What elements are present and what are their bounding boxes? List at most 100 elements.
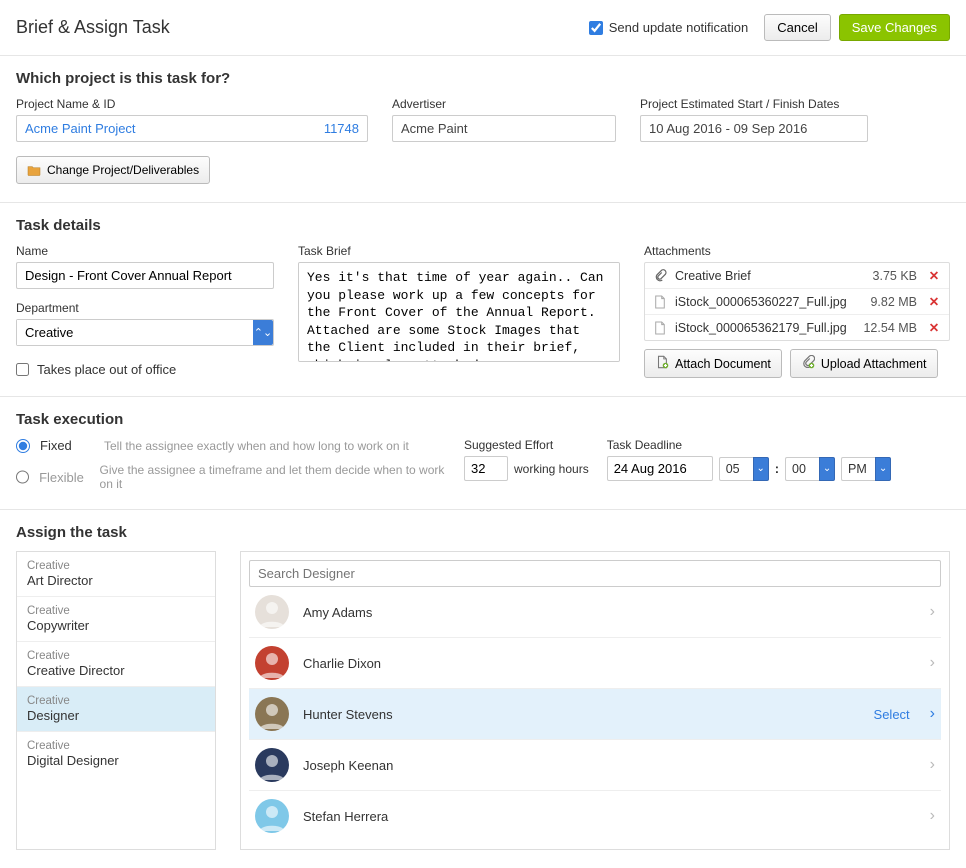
send-notification-label: Send update notification [609, 20, 749, 35]
role-name: Creative Director [27, 663, 205, 678]
effort-label: Suggested Effort [464, 438, 589, 452]
project-link[interactable]: Acme Paint Project 11748 [16, 115, 368, 142]
delete-attachment-icon[interactable]: ✕ [925, 294, 943, 309]
execution-heading: Task execution [16, 411, 950, 428]
deadline-minute-select[interactable]: 00 ⌄ [785, 457, 835, 481]
send-notification-checkbox[interactable] [589, 21, 603, 35]
select-link[interactable]: Select [874, 707, 910, 722]
deadline-date-input[interactable] [607, 456, 713, 481]
role-item[interactable]: CreativeCreative Director [17, 642, 215, 687]
avatar [255, 799, 289, 833]
advertiser-value: Acme Paint [392, 115, 616, 142]
chevron-right-icon: › [930, 756, 935, 774]
role-dept: Creative [27, 605, 205, 617]
person-row[interactable]: Hunter Stevens Select › [249, 689, 941, 740]
person-name: Hunter Stevens [303, 707, 860, 722]
save-changes-button[interactable]: Save Changes [839, 14, 950, 41]
deadline-ampm-select[interactable]: PM ⌄ [841, 457, 891, 481]
person-row[interactable]: Amy Adams › [249, 587, 941, 638]
cancel-button[interactable]: Cancel [764, 14, 830, 41]
avatar [255, 748, 289, 782]
select-caret-icon: ⌄ [875, 457, 891, 481]
select-caret-icon: ⌃⌄ [253, 320, 273, 345]
flexible-desc: Give the assignee a timeframe and let th… [100, 463, 446, 491]
attach-document-button[interactable]: Attach Document [644, 349, 782, 378]
attachments-label: Attachments [644, 244, 950, 258]
page-title: Brief & Assign Task [16, 17, 589, 38]
folder-icon [27, 164, 41, 176]
role-dept: Creative [27, 650, 205, 662]
attachment-name[interactable]: iStock_000065360227_Full.jpg [669, 295, 855, 309]
attachment-name[interactable]: Creative Brief [669, 269, 855, 283]
fixed-radio[interactable] [16, 439, 30, 453]
effort-input[interactable] [464, 456, 508, 481]
select-caret-icon: ⌄ [753, 457, 769, 481]
chevron-right-icon: › [930, 807, 935, 825]
document-plus-icon [655, 355, 669, 372]
document-icon [651, 295, 669, 309]
document-icon [651, 321, 669, 335]
chevron-right-icon: › [930, 705, 935, 723]
role-item[interactable]: CreativeCopywriter [17, 597, 215, 642]
project-name: Acme Paint Project [25, 121, 136, 136]
attachment-row: Creative Brief3.75 KB✕ [645, 263, 949, 289]
delete-attachment-icon[interactable]: ✕ [925, 320, 943, 335]
role-item[interactable]: CreativeDesigner [17, 687, 215, 732]
project-name-label: Project Name & ID [16, 97, 368, 111]
attachment-name[interactable]: iStock_000065362179_Full.jpg [669, 321, 855, 335]
deadline-hour-select[interactable]: 05 ⌄ [719, 457, 769, 481]
attachment-row: iStock_000065360227_Full.jpg9.82 MB✕ [645, 289, 949, 315]
task-name-label: Name [16, 244, 274, 258]
attachment-size: 3.75 KB [855, 269, 925, 283]
role-item[interactable]: CreativeArt Director [17, 552, 215, 597]
fixed-desc: Tell the assignee exactly when and how l… [104, 439, 409, 453]
person-name: Amy Adams [303, 605, 916, 620]
person-name: Stefan Herrera [303, 809, 916, 824]
role-name: Designer [27, 708, 205, 723]
out-of-office-checkbox[interactable] [16, 363, 29, 376]
dates-label: Project Estimated Start / Finish Dates [640, 97, 868, 111]
change-project-button[interactable]: Change Project/Deliverables [16, 156, 210, 184]
brief-label: Task Brief [298, 244, 620, 258]
person-name: Joseph Keenan [303, 758, 916, 773]
attachment-size: 9.82 MB [855, 295, 925, 309]
send-notification-toggle[interactable]: Send update notification [589, 20, 749, 35]
attachment-size: 12.54 MB [855, 321, 925, 335]
delete-attachment-icon[interactable]: ✕ [925, 268, 943, 283]
upload-attachment-button[interactable]: Upload Attachment [790, 349, 938, 378]
select-caret-icon: ⌄ [819, 457, 835, 481]
out-of-office-toggle[interactable]: Takes place out of office [16, 362, 274, 377]
avatar [255, 646, 289, 680]
chevron-right-icon: › [930, 603, 935, 621]
avatar [255, 697, 289, 731]
role-dept: Creative [27, 560, 205, 572]
task-name-input[interactable] [16, 262, 274, 289]
project-heading: Which project is this task for? [16, 70, 950, 87]
effort-unit: working hours [514, 462, 589, 476]
role-dept: Creative [27, 695, 205, 707]
upload-icon [801, 355, 815, 372]
role-item[interactable]: CreativeDigital Designer [17, 732, 215, 776]
department-label: Department [16, 301, 274, 315]
department-select[interactable]: Creative ⌃⌄ [16, 319, 274, 346]
flexible-label: Flexible [39, 470, 89, 485]
fixed-label: Fixed [40, 438, 94, 453]
avatar [255, 595, 289, 629]
search-designer-input[interactable] [249, 560, 941, 587]
project-id: 11748 [324, 121, 359, 136]
flexible-radio[interactable] [16, 470, 29, 484]
role-name: Art Director [27, 573, 205, 588]
deadline-label: Task Deadline [607, 438, 891, 452]
person-row[interactable]: Charlie Dixon› [249, 638, 941, 689]
person-row[interactable]: Joseph Keenan › [249, 740, 941, 791]
dates-value: 10 Aug 2016 - 09 Sep 2016 [640, 115, 868, 142]
details-heading: Task details [16, 217, 950, 234]
role-name: Digital Designer [27, 753, 205, 768]
advertiser-label: Advertiser [392, 97, 616, 111]
person-row[interactable]: Stefan Herrera › [249, 791, 941, 841]
paperclip-icon [651, 269, 669, 283]
assign-heading: Assign the task [16, 524, 950, 541]
attachment-row: iStock_000065362179_Full.jpg12.54 MB✕ [645, 315, 949, 340]
task-brief-textarea[interactable] [298, 262, 620, 362]
person-name: Charlie Dixon [303, 656, 916, 671]
